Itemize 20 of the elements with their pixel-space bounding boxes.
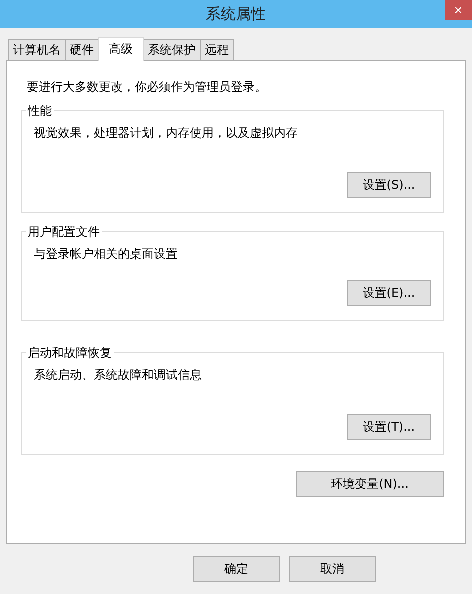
dialog-button[interactable]: 取消: [289, 556, 376, 582]
settings-button[interactable]: 设置(S)...: [347, 172, 431, 198]
group-description: 视觉效果，处理器计划，内存使用，以及虚拟内存: [34, 125, 299, 142]
close-button[interactable]: ×: [445, 0, 472, 20]
window-title: 系统属性: [206, 4, 266, 24]
tab[interactable]: 远程: [200, 39, 234, 60]
group-title: 用户配置文件: [26, 224, 102, 241]
settings-button[interactable]: 设置(E)...: [347, 280, 431, 306]
tab[interactable]: 高级: [98, 37, 144, 61]
group-title: 启动和故障恢复: [26, 345, 114, 362]
settings-button[interactable]: 设置(T)...: [347, 414, 431, 440]
group-description: 系统启动、系统故障和调试信息: [34, 367, 203, 384]
environment-variables-button[interactable]: 环境变量(N)...: [296, 471, 444, 497]
notice-text: 要进行大多数更改，你必须作为管理员登录。: [27, 79, 268, 96]
group-title: 性能: [26, 103, 54, 120]
tab[interactable]: 硬件: [65, 39, 99, 60]
tab[interactable]: 系统保护: [143, 39, 201, 60]
group-description: 与登录帐户相关的桌面设置: [34, 246, 179, 263]
tab[interactable]: 计算机名: [8, 39, 66, 60]
dialog-button[interactable]: 确定: [193, 556, 280, 582]
